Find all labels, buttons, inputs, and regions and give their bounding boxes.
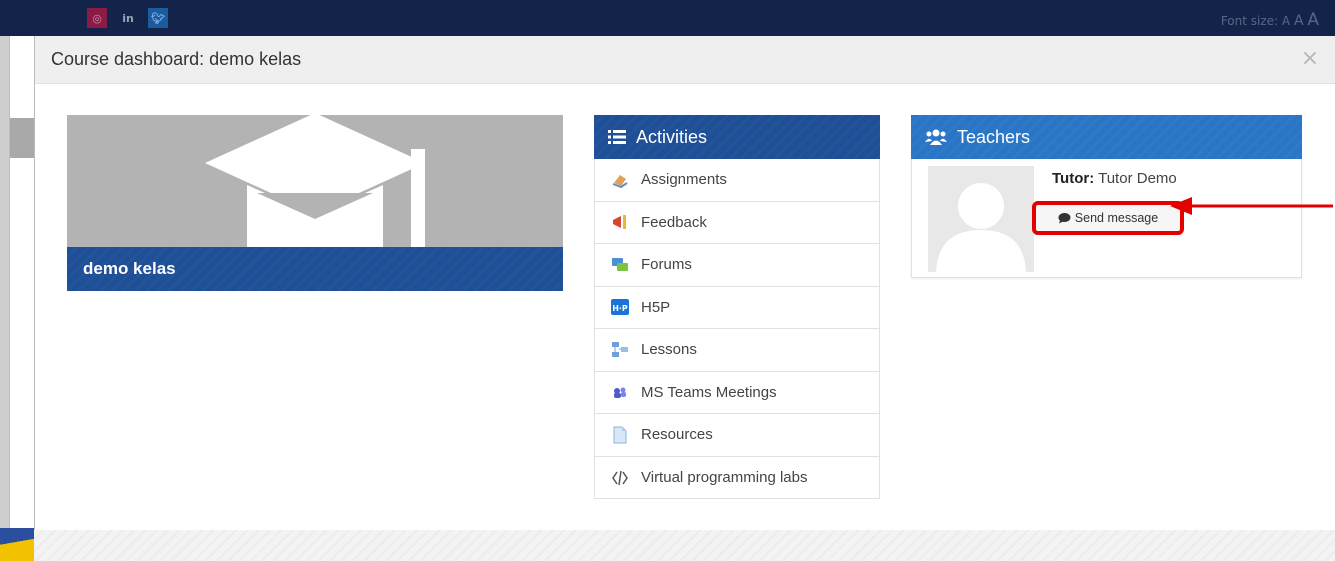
users-icon [925, 129, 947, 145]
top-bar: f ◎ in 🐦︎ Font size: A A A [0, 0, 1335, 36]
course-card[interactable]: demo kelas [67, 115, 563, 291]
tutor-name[interactable]: Tutor Demo [1098, 170, 1177, 187]
activity-label: MS Teams Meetings [641, 383, 777, 401]
activity-label: Virtual programming labs [641, 468, 808, 486]
linkedin-icon[interactable]: in [118, 8, 138, 28]
teacher-card: Tutor: Tutor Demo Send message [911, 159, 1302, 278]
activity-lessons[interactable]: Lessons [594, 329, 880, 372]
activity-label: Lessons [641, 341, 697, 359]
activity-label: Resources [641, 426, 713, 444]
teams-icon [611, 383, 629, 401]
activities-title: Activities [636, 126, 708, 147]
activity-label: Feedback [641, 213, 707, 231]
activities-header: Activities [594, 115, 880, 159]
comment-icon [1058, 213, 1071, 224]
font-size-small[interactable]: A [1282, 14, 1290, 28]
instagram-icon[interactable]: ◎ [87, 8, 107, 28]
annotation-arrow [1170, 197, 1333, 215]
forum-icon [611, 256, 629, 274]
activities-panel: Activities Assignments Feedback Forums H… [594, 115, 880, 499]
activity-ms-teams[interactable]: MS Teams Meetings [594, 371, 880, 414]
background-block [10, 118, 34, 158]
activity-assignments[interactable]: Assignments [594, 159, 880, 202]
activity-label: Assignments [641, 171, 727, 189]
course-dashboard-modal: Course dashboard: demo kelas × demo kela… [34, 36, 1335, 530]
course-name: demo kelas [83, 259, 176, 278]
h5p-icon: H·P [611, 298, 629, 316]
activity-vpl[interactable]: Virtual programming labs [594, 456, 880, 499]
teachers-title: Teachers [957, 126, 1031, 147]
megaphone-icon [611, 213, 629, 231]
activity-label: Forums [641, 256, 692, 274]
send-message-label: Send message [1074, 211, 1159, 225]
font-size-large[interactable]: A [1307, 10, 1319, 30]
background-page-edge [0, 0, 10, 561]
send-message-button[interactable]: Send message [1032, 201, 1184, 235]
activity-h5p[interactable]: H·P H5P [594, 286, 880, 329]
close-icon[interactable]: × [1299, 48, 1321, 70]
activity-feedback[interactable]: Feedback [594, 201, 880, 244]
course-image [67, 115, 563, 247]
font-size-control: Font size: A A A [1221, 10, 1319, 30]
svg-text:H·P: H·P [612, 304, 628, 313]
modal-header: Course dashboard: demo kelas × [35, 36, 1335, 84]
activity-label: H5P [641, 298, 671, 316]
graduation-cap-icon [205, 115, 425, 247]
file-icon [611, 426, 629, 444]
tutor-info: Tutor: Tutor Demo [1052, 170, 1177, 187]
list-icon [608, 130, 626, 144]
assignment-icon [611, 171, 629, 189]
vpl-icon [611, 468, 629, 486]
activity-resources[interactable]: Resources [594, 414, 880, 457]
modal-title: Course dashboard: demo kelas [51, 49, 302, 69]
tutor-role: Tutor: [1052, 170, 1095, 187]
modal-footer [34, 530, 1335, 561]
font-size-medium[interactable]: A [1294, 13, 1304, 29]
lesson-icon [611, 341, 629, 359]
twitter-icon[interactable]: 🐦︎ [148, 8, 168, 28]
activity-forums[interactable]: Forums [594, 244, 880, 287]
font-size-label: Font size: [1220, 14, 1279, 28]
course-name-bar: demo kelas [67, 247, 563, 291]
avatar [928, 166, 1034, 272]
teachers-header: Teachers [911, 115, 1302, 159]
